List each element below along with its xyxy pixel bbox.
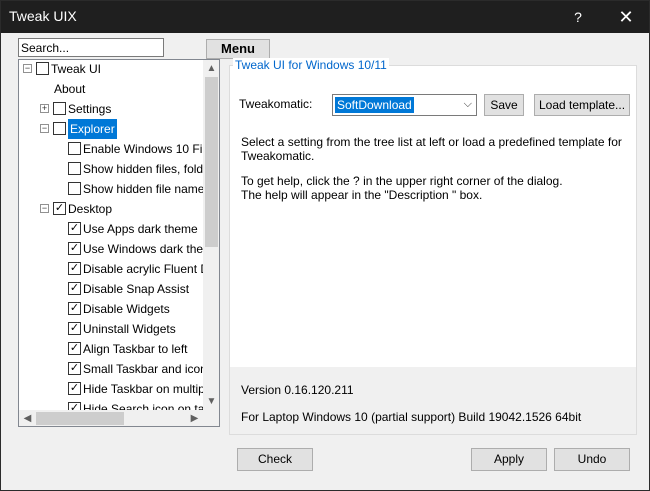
- tree-item-checkbox[interactable]: [68, 182, 81, 195]
- tree-item-checkbox[interactable]: ✓: [68, 262, 81, 275]
- tree-item-label: Explorer: [68, 119, 117, 139]
- tree-vertical-scrollbar[interactable]: ▲ ▼: [203, 60, 219, 410]
- tree-item-label: Disable Widgets: [83, 302, 170, 316]
- info-text-1-line-2: Tweakomatic.: [241, 149, 315, 163]
- apply-button[interactable]: Apply: [471, 448, 547, 471]
- tree-item-checkbox[interactable]: [53, 122, 66, 135]
- collapse-icon[interactable]: −: [40, 204, 49, 213]
- tree-item-label: Enable Windows 10 File: [83, 142, 212, 156]
- panel-title: Tweak UI for Windows 10/11: [233, 58, 389, 72]
- info-text-2: To get help, click the ? in the upper ri…: [241, 174, 563, 202]
- scrollbar-corner: [203, 410, 219, 426]
- tweakomatic-selected-value: SoftDownload: [335, 97, 414, 113]
- tree-item-checkbox[interactable]: [36, 62, 49, 75]
- settings-tree[interactable]: − Tweak UI About + Settings − Explorer Enable W…: [18, 59, 220, 427]
- tree-item-label: Show hidden files, folder: [83, 162, 214, 176]
- save-button[interactable]: Save: [484, 94, 524, 116]
- tree-item-checkbox[interactable]: ✓: [68, 302, 81, 315]
- info-text-1: Select a setting from the tree list at l…: [241, 135, 622, 163]
- chevron-down-icon[interactable]: ⌵: [464, 98, 472, 111]
- build-text: For Laptop Windows 10 (partial support) …: [241, 410, 582, 424]
- tree-item-checkbox[interactable]: ✓: [68, 242, 81, 255]
- tweakomatic-dropdown[interactable]: SoftDownload ⌵: [332, 94, 477, 116]
- tree-item-label: Uninstall Widgets: [83, 322, 176, 336]
- tree-item-label: Use Windows dark them: [83, 242, 214, 256]
- app-window: Tweak UIX ? ✕ Menu − Tweak UI About + Settin…: [0, 0, 650, 491]
- tree-item-checkbox[interactable]: ✓: [53, 202, 66, 215]
- tree-item-label: Desktop: [68, 202, 113, 216]
- tree-item-label: About: [54, 82, 86, 96]
- scroll-left-icon[interactable]: ◀: [19, 410, 36, 426]
- info-text-2-line-1: To get help, click the ? in the upper ri…: [241, 174, 563, 188]
- tree-item-label: Small Taskbar and icons: [83, 362, 213, 376]
- tree-horizontal-scroll-thumb[interactable]: [36, 412, 124, 425]
- tree-item-label: Disable acrylic Fluent De: [83, 262, 216, 276]
- tree-horizontal-scrollbar[interactable]: ◀ ▶: [19, 410, 203, 426]
- tree-item-label: Show hidden file name e: [83, 182, 215, 196]
- collapse-icon[interactable]: −: [40, 124, 49, 133]
- collapse-icon[interactable]: −: [23, 64, 32, 73]
- tweakomatic-label: Tweakomatic:: [239, 97, 313, 111]
- tree-item-checkbox[interactable]: [53, 102, 66, 115]
- info-text-2-line-2: The help will appear in the "Description…: [241, 188, 483, 202]
- version-text: Version 0.16.120.211: [241, 383, 354, 397]
- undo-button[interactable]: Undo: [554, 448, 630, 471]
- help-button[interactable]: ?: [563, 5, 593, 29]
- tree-item-checkbox[interactable]: ✓: [68, 362, 81, 375]
- window-title: Tweak UIX: [9, 8, 77, 24]
- expand-icon[interactable]: +: [40, 104, 49, 113]
- scroll-up-icon[interactable]: ▲: [203, 60, 219, 77]
- tree-item-checkbox[interactable]: ✓: [68, 322, 81, 335]
- menu-button[interactable]: Menu: [206, 39, 270, 59]
- tree-item-checkbox[interactable]: ✓: [68, 222, 81, 235]
- tree-item-checkbox[interactable]: [68, 162, 81, 175]
- info-text-1-line-1: Select a setting from the tree list at l…: [241, 135, 622, 149]
- scroll-right-icon[interactable]: ▶: [186, 410, 203, 426]
- tree-item-checkbox[interactable]: ✓: [68, 282, 81, 295]
- tree-item-label: Hide Taskbar on multiple: [83, 382, 215, 396]
- tree-item-label: Align Taskbar to left: [83, 342, 188, 356]
- tree-item-label: Settings: [68, 102, 112, 116]
- tree-item-checkbox[interactable]: ✓: [68, 382, 81, 395]
- tree-item-label: Use Apps dark theme: [83, 222, 198, 236]
- search-input[interactable]: [18, 38, 164, 57]
- check-button[interactable]: Check: [237, 448, 313, 471]
- tree-item-checkbox[interactable]: ✓: [68, 342, 81, 355]
- tree-vertical-scroll-thumb[interactable]: [205, 77, 218, 247]
- tree-item-label: Tweak UI: [51, 62, 102, 76]
- load-template-button[interactable]: Load template...: [534, 94, 630, 116]
- close-button[interactable]: ✕: [611, 5, 641, 29]
- tree-item-label: Disable Snap Assist: [83, 282, 190, 296]
- tree-item-checkbox[interactable]: [68, 142, 81, 155]
- scroll-down-icon[interactable]: ▼: [203, 393, 219, 410]
- title-bar: Tweak UIX ? ✕: [1, 1, 649, 33]
